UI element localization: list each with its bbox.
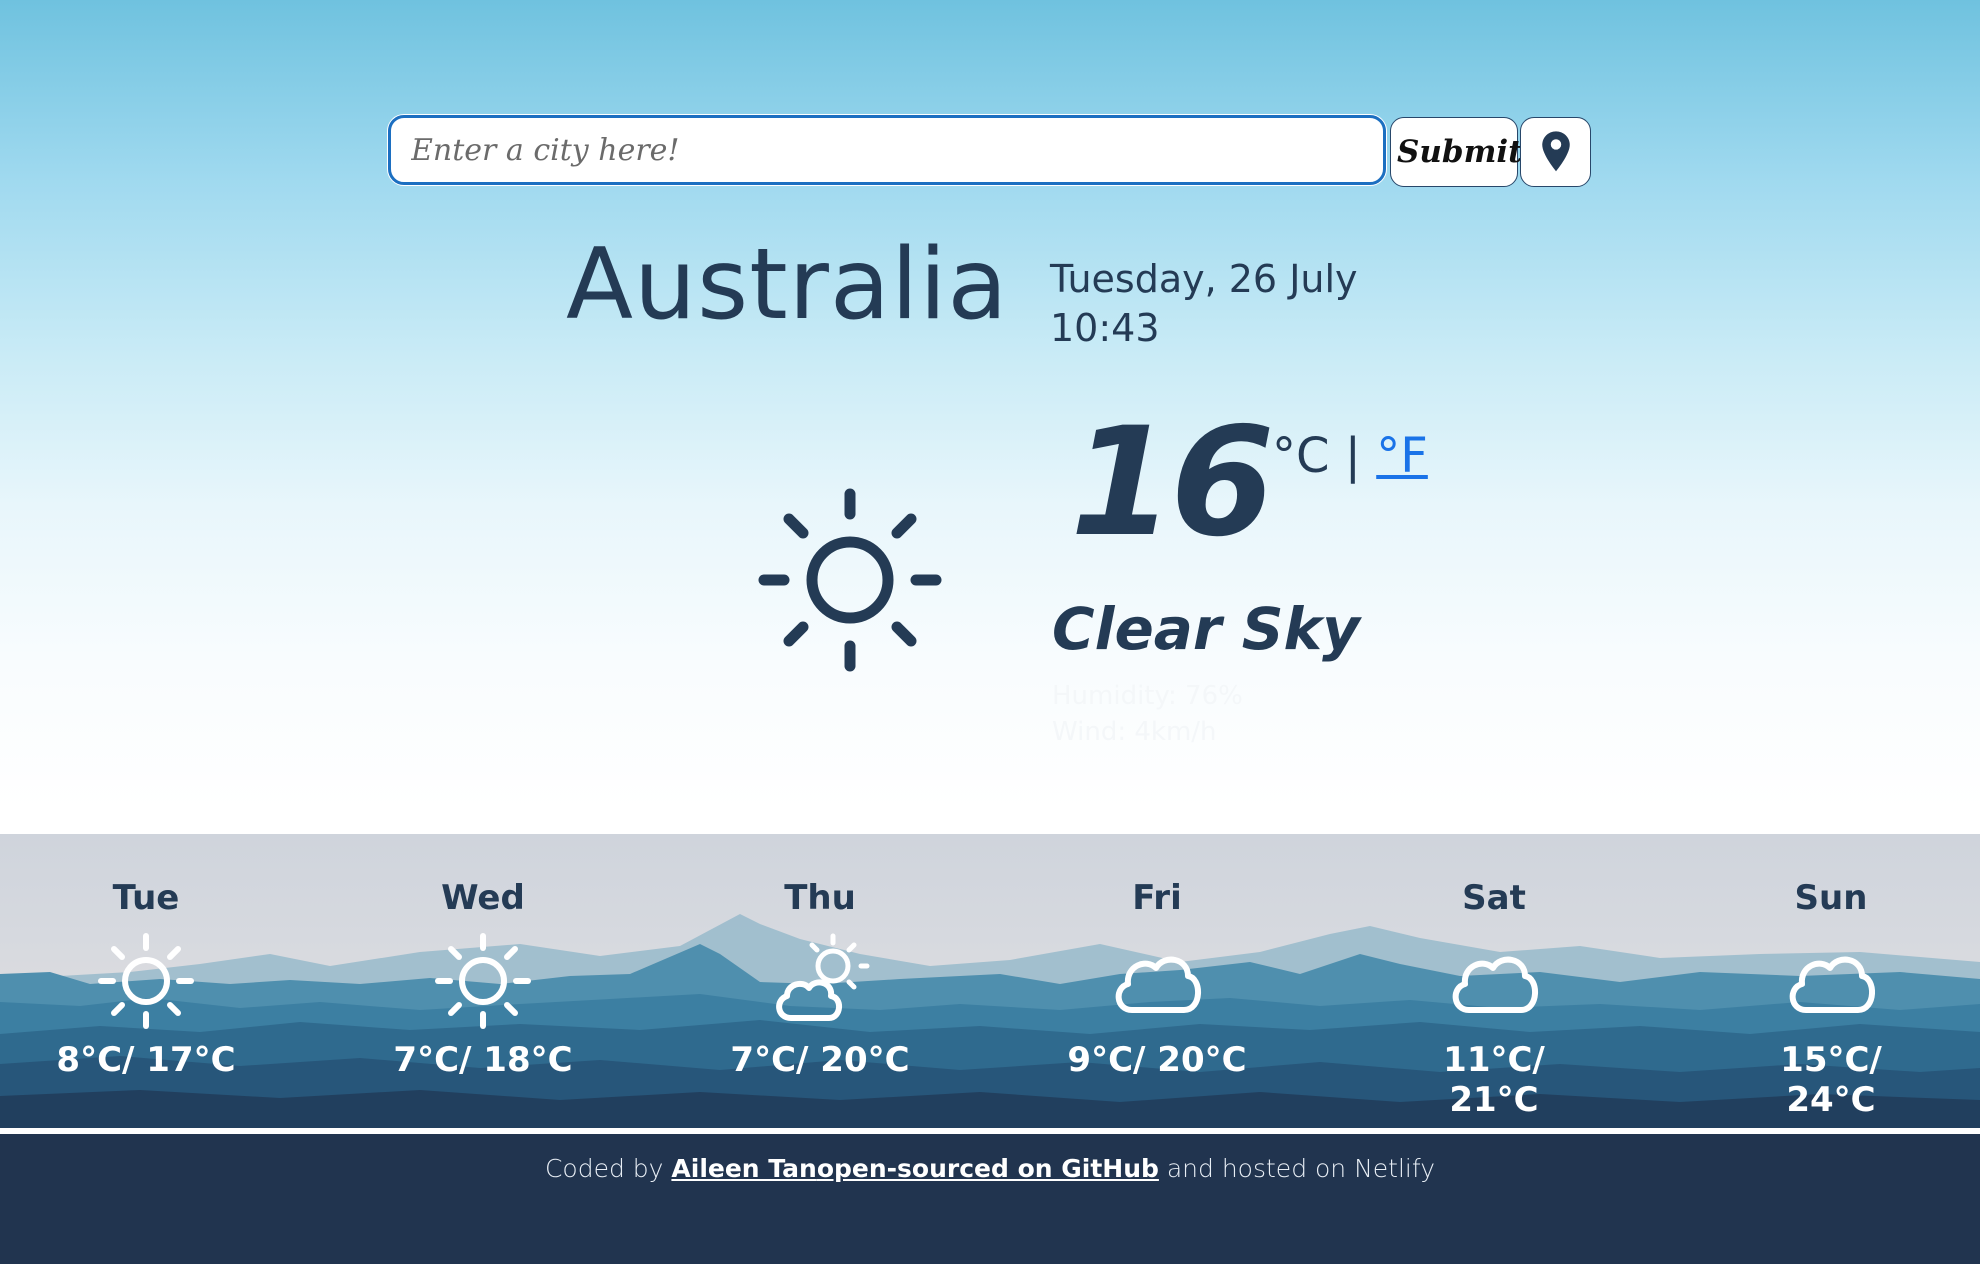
forecast-temp-range: 15°C/ 24°C (1780, 1040, 1882, 1120)
wind-speed: Wind: 4km/h (1052, 717, 1217, 748)
footer: Coded by Aileen Tanopen-sourced on GitHu… (0, 1134, 1980, 1264)
footer-hosted: and hosted on Netlify (1166, 1154, 1436, 1183)
current-date: Tuesday, 26 July (1050, 257, 1358, 301)
forecast-day-name: Wed (441, 878, 525, 918)
city-search-input[interactable] (388, 115, 1386, 185)
submit-button[interactable]: Submit (1390, 117, 1523, 187)
forecast-day-name: Fri (1132, 878, 1182, 918)
forecast-day-name: Tue (112, 878, 180, 918)
forecast-panel: Tue 8°C/ 17°C Wed 7°C/ 18°C Thu 7°C/ 20°… (0, 834, 1980, 1128)
cloud-icon (1452, 956, 1539, 1013)
weather-details: Humidity: 76% Wind: 4km/h (1052, 678, 1243, 751)
forecast-day-name: Thu (784, 878, 856, 918)
mountain-background (0, 914, 1980, 1128)
forecast-day: Sat 11°C/ 21°C (1394, 878, 1594, 1120)
weather-description: Clear Sky (1052, 595, 1360, 663)
sun-icon (98, 933, 194, 1029)
current-temperature: 16 (1070, 396, 1275, 570)
forecast-temp-range: 8°C/ 17°C (56, 1040, 236, 1080)
forecast-day: Tue 8°C/ 17°C (46, 878, 246, 1080)
cloud-icon (1789, 956, 1876, 1013)
sun-icon (758, 488, 942, 672)
footer-credits: Coded by Aileen Tanopen-sourced on GitHu… (0, 1154, 1980, 1183)
date-time: Tuesday, 26 July 10:43 (1050, 255, 1358, 354)
forecast-day: Fri 9°C/ 20°C (1057, 878, 1257, 1080)
partly-cloudy-icon (776, 933, 870, 1021)
city-name: Australia (566, 228, 1009, 342)
sun-icon (435, 933, 531, 1029)
forecast-day: Thu 7°C/ 20°C (720, 878, 920, 1080)
cloud-icon (1115, 956, 1202, 1013)
forecast-temp-range: 7°C/ 18°C (393, 1040, 573, 1080)
forecast-temp-range: 7°C/ 20°C (730, 1040, 910, 1080)
author-link[interactable]: Aileen Tan (671, 1154, 816, 1183)
unit-separator: | (1344, 428, 1361, 484)
humidity: Humidity: 76% (1052, 681, 1243, 711)
celsius-label: °C (1272, 428, 1330, 484)
fahrenheit-link[interactable]: °F (1376, 428, 1428, 484)
unit-toggle: °C | °F (1272, 428, 1428, 484)
current-location-button[interactable] (1520, 117, 1591, 187)
forecast-day: Wed 7°C/ 18°C (383, 878, 583, 1080)
github-link[interactable]: open-sourced on GitHub (817, 1154, 1159, 1183)
forecast-day: Sun 15°C/ 24°C (1731, 878, 1931, 1120)
footer-coded-by: Coded by (544, 1154, 664, 1183)
forecast-temp-range: 11°C/ 21°C (1443, 1040, 1545, 1120)
current-time: 10:43 (1050, 306, 1160, 351)
forecast-day-name: Sat (1462, 878, 1526, 918)
forecast-temp-range: 9°C/ 20°C (1067, 1040, 1247, 1080)
map-pin-icon (1541, 131, 1570, 172)
forecast-day-name: Sun (1794, 878, 1868, 918)
